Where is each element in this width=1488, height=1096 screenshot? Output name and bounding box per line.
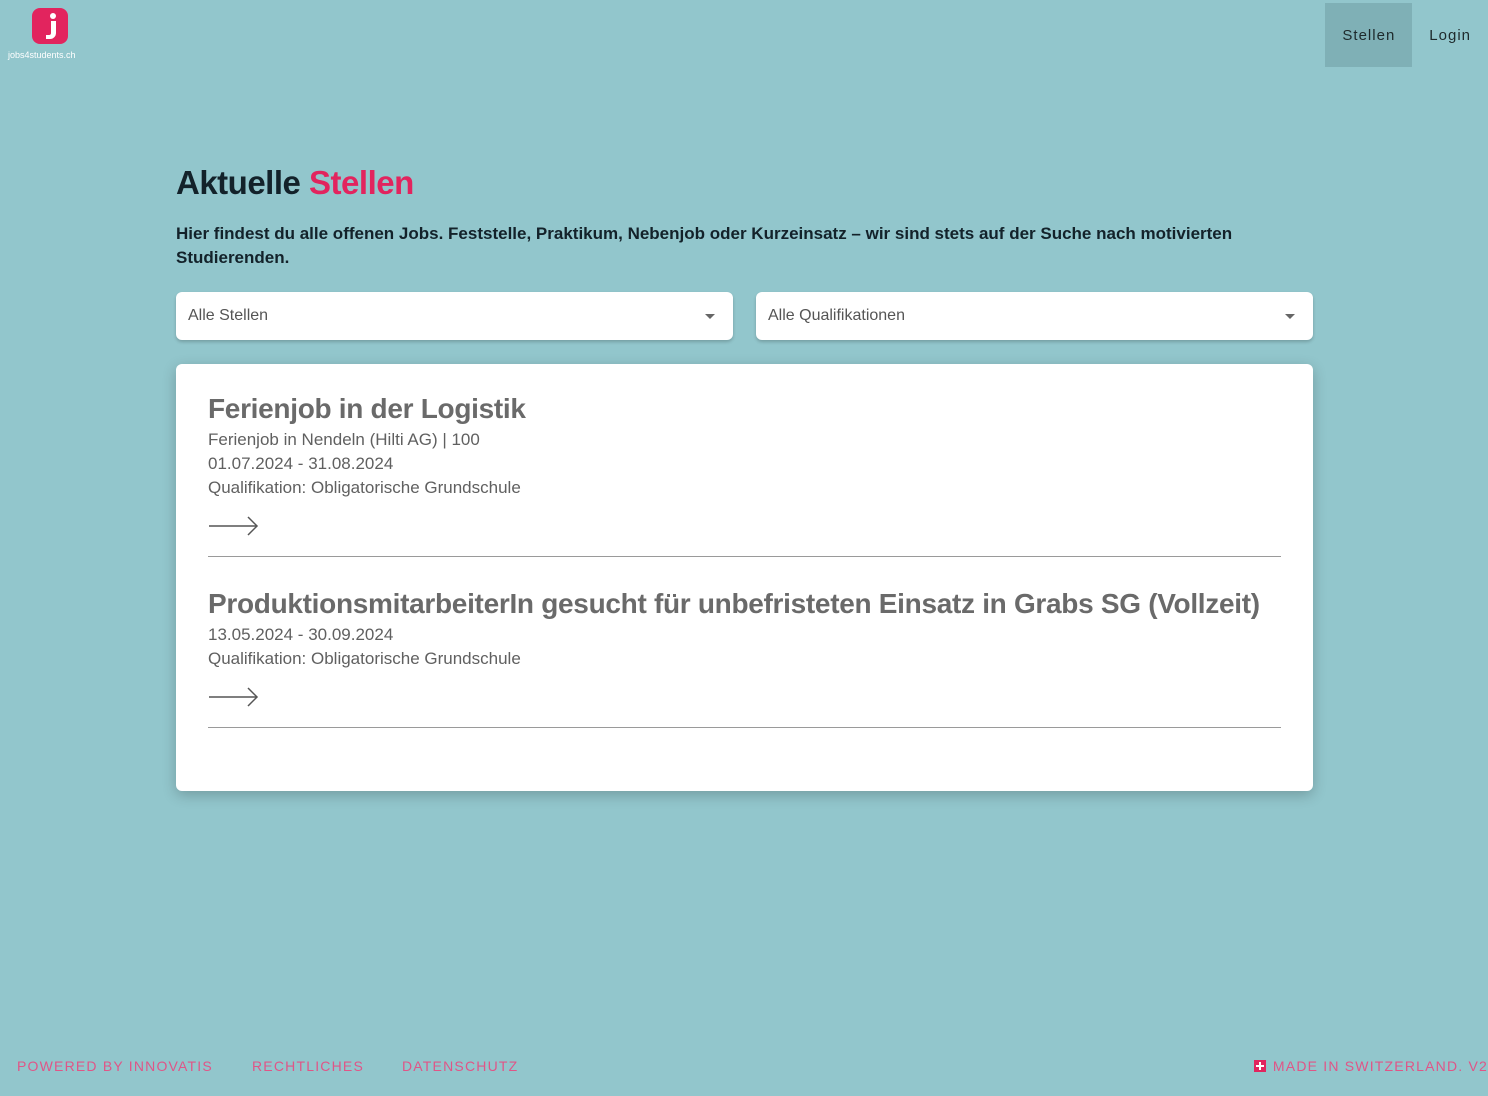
job-item: Ferienjob in der Logistik Ferienjob in N… bbox=[208, 392, 1281, 557]
job-qualification: Qualifikation: Obligatorische Grundschul… bbox=[208, 649, 521, 668]
positions-select-value: Alle Stellen bbox=[188, 307, 269, 324]
job-title[interactable]: ProduktionsmitarbeiterIn gesucht für unb… bbox=[208, 587, 1281, 618]
page-title: Aktuelle Stellen bbox=[176, 160, 1313, 206]
job-qualification: Qualifikation: Obligatorische Grundschul… bbox=[208, 478, 521, 497]
qualifications-select-value: Alle Qualifikationen bbox=[768, 307, 905, 324]
page-title-accent: Stellen bbox=[309, 164, 414, 201]
nav-stellen[interactable]: Stellen bbox=[1325, 3, 1413, 67]
arrow-right-icon[interactable] bbox=[208, 514, 260, 538]
job-dates: 13.05.2024 - 30.09.2024 bbox=[208, 625, 394, 644]
positions-select[interactable]: Alle Stellen bbox=[176, 292, 733, 340]
nav-login[interactable]: Login bbox=[1412, 3, 1488, 67]
job-item: ProduktionsmitarbeiterIn gesucht für unb… bbox=[208, 587, 1281, 728]
main-nav: Stellen Login bbox=[1325, 3, 1488, 67]
caret-down-icon bbox=[705, 313, 715, 319]
main-content: Aktuelle Stellen Hier findest du alle of… bbox=[176, 160, 1313, 791]
page-intro: Hier findest du alle offenen Jobs. Fests… bbox=[176, 224, 1233, 267]
job-dates: 01.07.2024 - 31.08.2024 bbox=[208, 454, 394, 473]
arrow-right-icon[interactable] bbox=[208, 685, 260, 709]
footer-made-in: MADE IN SWITZERLAND. V2 bbox=[1253, 1058, 1488, 1074]
job-title[interactable]: Ferienjob in der Logistik bbox=[208, 392, 1281, 423]
logo-text: jobs4students.ch bbox=[8, 50, 76, 60]
caret-down-icon bbox=[1285, 313, 1295, 319]
footer-link-datenschutz[interactable]: DATENSCHUTZ bbox=[402, 1058, 518, 1074]
qualifications-select[interactable]: Alle Qualifikationen bbox=[756, 292, 1313, 340]
site-logo[interactable]: jobs4students.ch bbox=[8, 8, 94, 64]
logo-badge-icon bbox=[32, 8, 68, 44]
swiss-flag-icon bbox=[1253, 1060, 1266, 1072]
job-list-card: Ferienjob in der Logistik Ferienjob in N… bbox=[176, 364, 1313, 791]
page-title-part1: Aktuelle bbox=[176, 164, 301, 201]
footer-link-rechtliches[interactable]: RECHTLICHES bbox=[252, 1058, 364, 1074]
made-in-text: MADE IN SWITZERLAND. V2 bbox=[1272, 1058, 1488, 1074]
filters: Alle Stellen Alle Qualifikationen bbox=[176, 292, 1313, 340]
footer-link-innovatis[interactable]: POWERED BY INNOVATIS bbox=[17, 1058, 213, 1074]
job-subtitle: Ferienjob in Nendeln (Hilti AG) | 100 bbox=[208, 430, 480, 449]
